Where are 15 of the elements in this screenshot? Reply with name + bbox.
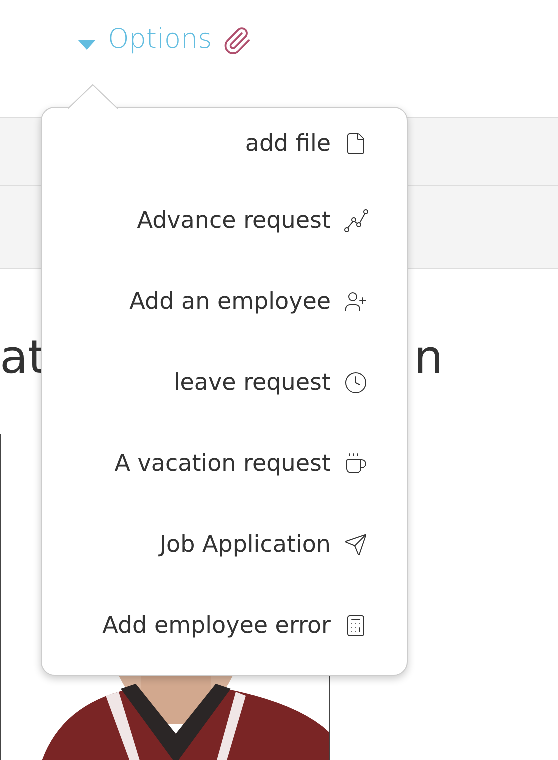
menu-item[interactable]: Job Application bbox=[42, 504, 407, 585]
paperclip-icon bbox=[222, 26, 252, 56]
heading-text: n bbox=[414, 334, 444, 380]
add-user-icon bbox=[344, 290, 368, 314]
caret-icon bbox=[78, 40, 96, 50]
paper-plane-icon bbox=[344, 532, 368, 556]
menu-item[interactable]: Add an employee bbox=[42, 261, 407, 342]
menu-item[interactable]: add file bbox=[42, 108, 407, 180]
line-chart-icon bbox=[343, 208, 369, 234]
menu-item[interactable]: leave request bbox=[42, 342, 407, 423]
cup-icon bbox=[344, 452, 368, 476]
clock-icon bbox=[344, 370, 368, 394]
menu-item[interactable]: A vacation request bbox=[42, 423, 407, 504]
menu-item[interactable]: Advance request bbox=[42, 180, 407, 261]
menu-item[interactable]: Add employee error bbox=[42, 585, 407, 666]
